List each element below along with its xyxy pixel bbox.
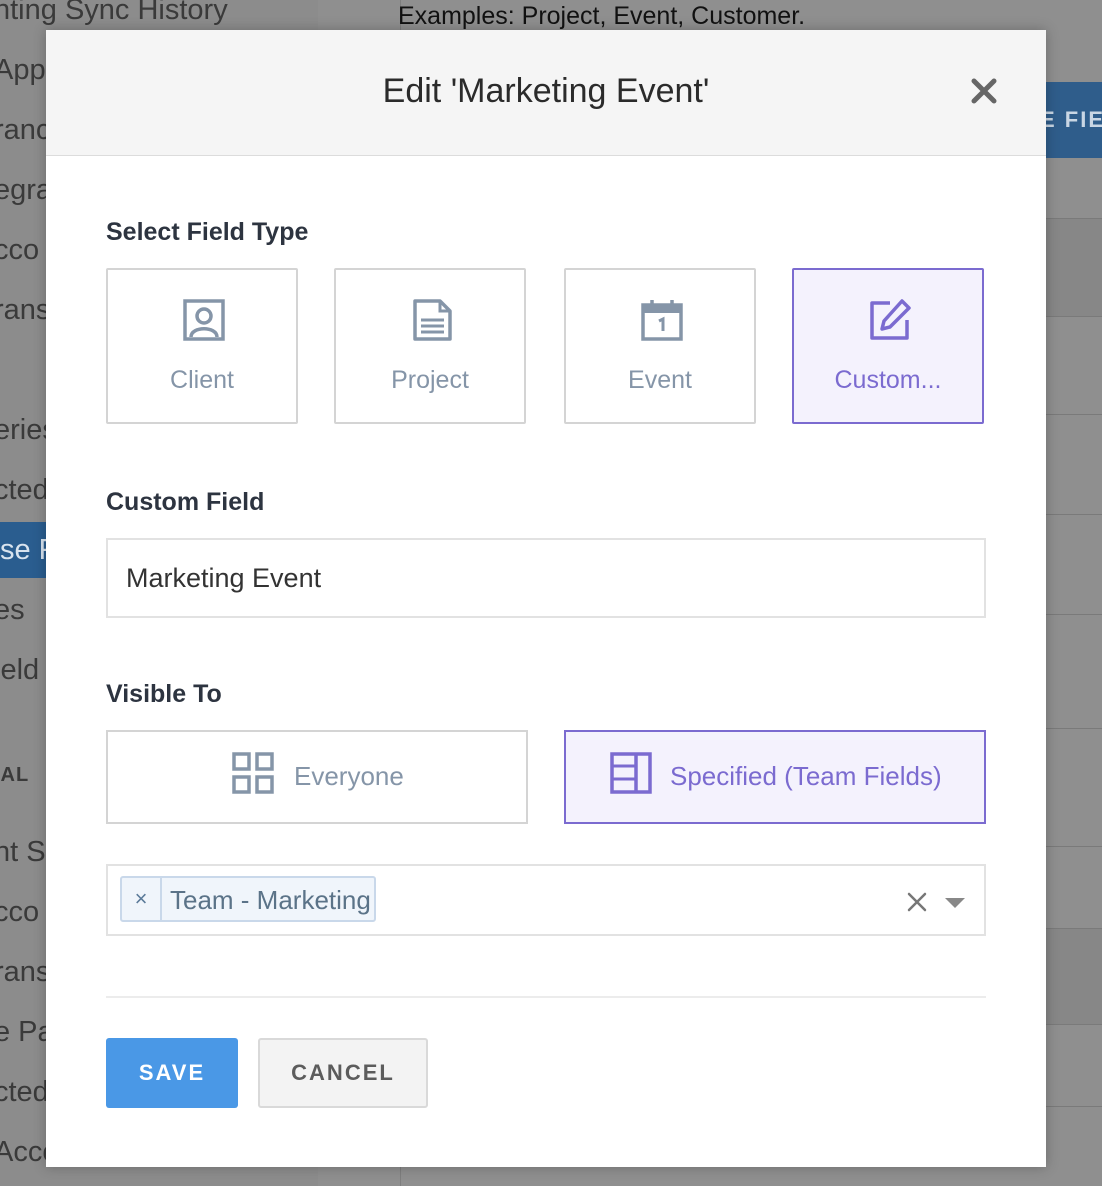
sidebar-item: nting Sync History: [0, 0, 228, 26]
field-type-client-card[interactable]: Client: [106, 268, 298, 424]
remove-tag-button[interactable]: ×: [122, 878, 162, 920]
field-type-label-event: Event: [628, 366, 692, 394]
team-select[interactable]: × Team - Marketing: [106, 864, 986, 936]
visibility-specified-option[interactable]: Specified (Team Fields): [564, 730, 986, 824]
edit-field-modal: Edit 'Marketing Event' Select Field Type…: [46, 30, 1046, 1167]
calendar-icon: [640, 298, 684, 342]
save-button[interactable]: SAVE: [106, 1038, 238, 1108]
background-examples-text: Examples: Project, Event, Customer.: [398, 2, 806, 30]
background-row: [1040, 218, 1102, 316]
project-icon: [410, 298, 454, 342]
field-type-label-client: Client: [170, 366, 234, 394]
modal-title: Edit 'Marketing Event': [382, 72, 710, 110]
sidebar-item: es: [0, 594, 25, 626]
clear-selection-icon[interactable]: [906, 891, 928, 913]
sidebar-item: cted: [0, 474, 49, 506]
background-row: [1040, 928, 1102, 1024]
sidebar-item: egra: [0, 174, 53, 206]
background-divider: [1040, 614, 1102, 615]
sidebar-item: cted: [0, 1076, 49, 1108]
sidebar-item: App: [0, 54, 46, 86]
modal-header: Edit 'Marketing Event': [46, 30, 1046, 156]
selected-team-tag: × Team - Marketing: [120, 876, 376, 922]
field-type-label-project: Project: [391, 366, 469, 394]
cancel-button[interactable]: CANCEL: [258, 1038, 428, 1108]
field-type-label: Select Field Type: [106, 218, 309, 246]
footer-divider: [106, 996, 986, 998]
client-icon: [182, 298, 226, 342]
columns-icon: [610, 752, 652, 794]
field-type-custom-card[interactable]: Custom...: [792, 268, 984, 424]
sidebar-item: ield: [0, 654, 40, 686]
sidebar-item: rans: [0, 956, 51, 988]
sidebar-item: ranc: [0, 114, 51, 146]
custom-field-label: Custom Field: [106, 488, 265, 516]
visibility-specified-label: Specified (Team Fields): [670, 761, 942, 791]
custom-field-input[interactable]: [106, 538, 986, 618]
field-type-project-card[interactable]: Project: [334, 268, 526, 424]
background-divider: [1040, 1106, 1102, 1107]
field-type-label-custom: Custom...: [834, 366, 942, 394]
edit-icon: [868, 298, 912, 342]
background-divider: [1040, 1024, 1102, 1025]
sidebar-item: cco: [0, 234, 40, 266]
background-divider: [1040, 928, 1102, 929]
sidebar-item: cco: [0, 896, 40, 928]
background-divider: [1040, 414, 1102, 415]
sidebar-item: rans: [0, 294, 51, 326]
background-divider: [1040, 218, 1102, 219]
visible-to-label: Visible To: [106, 680, 222, 708]
background-divider: [1040, 728, 1102, 729]
background-save-field-button: E FIE: [1040, 82, 1102, 158]
background-divider: [1040, 514, 1102, 515]
close-icon[interactable]: [968, 75, 1000, 107]
selected-team-label: Team - Marketing: [170, 885, 371, 915]
chevron-down-icon[interactable]: [944, 896, 966, 910]
background-divider: [1040, 846, 1102, 847]
field-type-event-card[interactable]: Event: [564, 268, 756, 424]
grid-icon: [232, 752, 274, 794]
visibility-everyone-option[interactable]: Everyone: [106, 730, 528, 824]
background-divider: [1040, 316, 1102, 317]
visibility-everyone-label: Everyone: [294, 761, 404, 791]
sidebar-section-heading: IAL: [0, 764, 30, 786]
